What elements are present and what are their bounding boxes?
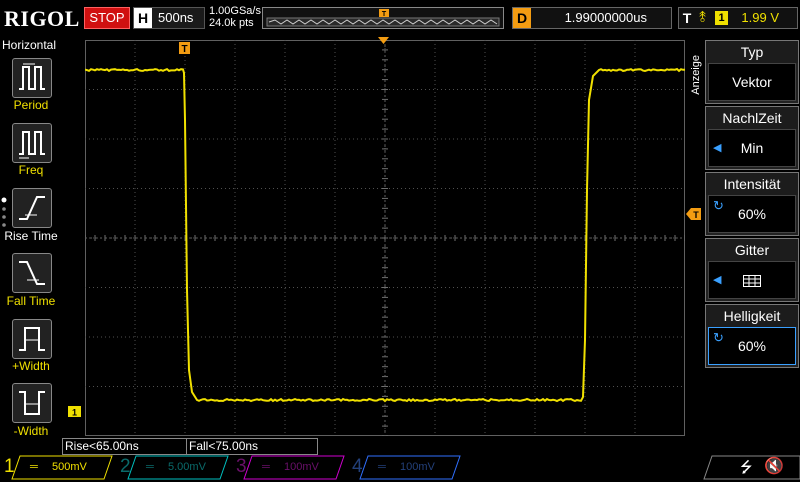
ch1-ground-marker[interactable]: 1 bbox=[68, 406, 84, 418]
menu-helligkeit[interactable]: Helligkeit ↻ 60% bbox=[705, 304, 799, 368]
trigger-label: T bbox=[679, 8, 695, 28]
ch2-coupling-icon: ═ bbox=[146, 459, 154, 475]
memory-overview: T bbox=[262, 7, 504, 29]
menu-nachlzeit[interactable]: NachlZeit ◀ Min bbox=[705, 106, 799, 170]
menu-helligkeit-row: ↻ 60% bbox=[708, 327, 796, 365]
menu-gitter[interactable]: Gitter ◀ bbox=[705, 238, 799, 302]
rotate-knob-icon: ↻ bbox=[713, 188, 724, 224]
period-icon bbox=[13, 59, 51, 97]
svg-text:T: T bbox=[382, 11, 387, 18]
menu-gitter-row: ◀ bbox=[708, 261, 796, 299]
memory-depth: 24.0k pts bbox=[209, 17, 261, 29]
ch1-scale[interactable]: 500mV bbox=[52, 459, 87, 475]
rise-time-icon bbox=[13, 189, 51, 227]
ch1-number[interactable]: 1 bbox=[4, 455, 15, 479]
trigger-level: 1.99 V bbox=[741, 8, 779, 28]
run-stop-badge[interactable]: STOP bbox=[84, 7, 130, 29]
menu-helligkeit-value: 60% bbox=[738, 338, 766, 354]
svg-text:1: 1 bbox=[72, 408, 77, 418]
delay-box[interactable]: D 1.99000000us bbox=[512, 7, 672, 29]
timebase-value: 500ns bbox=[158, 8, 193, 28]
trigger-level-marker[interactable]: T bbox=[686, 208, 702, 220]
memory-waveform-overview: T bbox=[263, 8, 503, 28]
speaker-mute-icon[interactable]: 🔇 bbox=[764, 456, 784, 476]
center-time-marker bbox=[378, 37, 390, 45]
period-label: Period bbox=[0, 98, 62, 112]
ch2-number[interactable]: 2 bbox=[120, 455, 131, 479]
minus-width-icon bbox=[13, 384, 51, 422]
freq-label: Freq bbox=[0, 163, 62, 177]
delay-label: D bbox=[513, 8, 531, 28]
menu-side-label: Anzeige bbox=[690, 55, 704, 95]
edge-trigger-icon: ⥉ bbox=[699, 8, 706, 28]
plus-width-button[interactable] bbox=[12, 319, 52, 359]
timebase-box[interactable]: H 500ns bbox=[133, 7, 205, 29]
menu-typ-value: Vektor bbox=[708, 63, 796, 101]
waveform-display[interactable] bbox=[85, 40, 685, 436]
minus-width-button[interactable] bbox=[12, 383, 52, 423]
ch4-scale[interactable]: 100mV bbox=[400, 459, 435, 475]
ch1-coupling-icon: ═ bbox=[30, 459, 38, 475]
svg-text:T: T bbox=[181, 44, 187, 55]
menu-nachlzeit-title: NachlZeit bbox=[706, 107, 798, 129]
ch2-scale[interactable]: 5.00mV bbox=[168, 459, 206, 475]
fall-time-label: Fall Time bbox=[0, 294, 62, 308]
menu-intensitaet[interactable]: Intensität ↻ 60% bbox=[705, 172, 799, 236]
menu-typ-title: Typ bbox=[706, 41, 798, 63]
horizontal-label: H bbox=[134, 8, 152, 28]
minus-width-label: -Width bbox=[0, 424, 62, 438]
measure-items: Period Freq Rise Time Fall Time +Width -… bbox=[0, 0, 62, 480]
left-triangle-icon: ◀ bbox=[713, 262, 721, 298]
freq-icon bbox=[13, 124, 51, 162]
plus-width-label: +Width bbox=[0, 359, 62, 373]
period-button[interactable] bbox=[12, 58, 52, 98]
ch3-scale[interactable]: 100mV bbox=[284, 459, 319, 475]
grid-icon bbox=[743, 275, 761, 287]
fall-measurement: Fall<75.00ns bbox=[186, 438, 318, 455]
menu-typ[interactable]: Typ Vektor bbox=[705, 40, 799, 104]
rise-time-button[interactable] bbox=[12, 188, 52, 228]
delay-value: 1.99000000us bbox=[565, 8, 647, 28]
menu-gitter-title: Gitter bbox=[706, 239, 798, 261]
freq-button[interactable] bbox=[12, 123, 52, 163]
sample-rate: 1.00GSa/s bbox=[209, 5, 261, 17]
rise-measurement: Rise<65.00ns bbox=[62, 438, 188, 455]
ch4-number[interactable]: 4 bbox=[352, 455, 363, 479]
rise-time-label: Rise Time bbox=[0, 229, 62, 243]
trigger-box[interactable]: T ⥉ 1 1.99 V bbox=[678, 7, 798, 29]
menu-nachlzeit-row: ◀ Min bbox=[708, 129, 796, 167]
svg-text:T: T bbox=[693, 210, 699, 220]
ch3-coupling-icon: ═ bbox=[262, 459, 270, 475]
menu-intensitaet-row: ↻ 60% bbox=[708, 195, 796, 233]
fall-time-button[interactable] bbox=[12, 253, 52, 293]
graticule bbox=[85, 40, 685, 436]
ch4-coupling-icon: ═ bbox=[378, 459, 386, 475]
fall-time-icon bbox=[13, 254, 51, 292]
trigger-channel: 1 bbox=[715, 11, 728, 25]
menu-nachlzeit-value: Min bbox=[741, 140, 764, 156]
left-triangle-icon: ◀ bbox=[713, 130, 721, 166]
trigger-position-marker: T bbox=[179, 42, 191, 56]
plus-width-icon bbox=[13, 320, 51, 358]
page-dots-icon bbox=[0, 195, 8, 235]
usb-icon: ⭍ bbox=[740, 457, 753, 482]
menu-intensitaet-value: 60% bbox=[738, 206, 766, 222]
acquisition-info: 1.00GSa/s 24.0k pts bbox=[209, 5, 261, 29]
rotate-knob-icon: ↻ bbox=[713, 320, 724, 356]
ch3-number[interactable]: 3 bbox=[236, 455, 247, 479]
